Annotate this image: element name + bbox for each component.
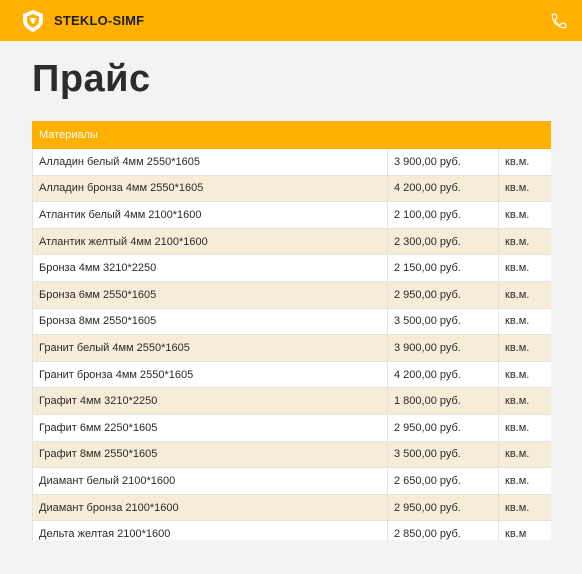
table-row: Графит 4мм 3210*2250 1 800,00 руб. кв.м. [32, 387, 551, 415]
material-name-cell: Гранит белый 4мм 2550*1605 [32, 334, 388, 362]
unit-cell: кв.м. [498, 440, 551, 469]
unit-cell: кв.м. [498, 227, 551, 256]
table-row: Бронза 8мм 2550*1605 3 500,00 руб. кв.м. [32, 307, 551, 336]
material-name-cell: Бронза 6мм 2550*1605 [32, 280, 388, 309]
brand-name[interactable]: STEKLO-SIMF [54, 13, 144, 28]
unit-cell: кв.м. [498, 413, 551, 442]
unit-cell: кв.м. [498, 334, 551, 362]
material-name-cell: Атлантик белый 4мм 2100*1600 [32, 201, 388, 229]
unit-cell: кв.м. [498, 148, 551, 176]
material-name-cell: Графит 8мм 2550*1605 [32, 440, 388, 469]
table-row: Гранит бронза 4мм 2550*1605 4 200,00 руб.… [32, 360, 551, 389]
material-name-cell: Диамант бронза 2100*1600 [32, 493, 388, 522]
material-name-cell: Алладин бронза 4мм 2550*1605 [32, 174, 388, 203]
price-table-container[interactable]: Материалы Алладин белый 4мм 2550*1605 3 9… [32, 121, 551, 540]
unit-cell: кв.м. [498, 174, 551, 203]
material-name-cell: Гранит бронза 4мм 2550*1605 [32, 360, 388, 389]
table-row: Диамант бронза 2100*1600 2 950,00 руб. кв.… [32, 493, 551, 522]
table-row: Атлантик белый 4мм 2100*1600 2 100,00 руб… [32, 201, 551, 229]
price-cell: 2 300,00 руб. [387, 227, 499, 256]
table-row: Алладин белый 4мм 2550*1605 3 900,00 руб.… [32, 148, 551, 176]
price-cell: 2 650,00 руб. [387, 467, 499, 495]
unit-cell: кв.м. [498, 360, 551, 389]
material-name-cell: Бронза 8мм 2550*1605 [32, 307, 388, 336]
price-table: Материалы Алладин белый 4мм 2550*1605 3 9… [32, 121, 551, 540]
table-header-row: Материалы [32, 121, 551, 149]
unit-cell: кв.м. [498, 467, 551, 495]
unit-cell: кв.м [498, 520, 551, 540]
table-row: Диамант белый 2100*1600 2 650,00 руб. кв.м… [32, 467, 551, 495]
site-header: STEKLO-SIMF [0, 0, 582, 41]
price-cell: 2 850,00 руб. [387, 520, 499, 540]
price-cell: 3 900,00 руб. [387, 148, 499, 176]
material-name-cell: Графит 4мм 3210*2250 [32, 387, 388, 415]
table-row: Алладин бронза 4мм 2550*1605 4 200,00 руб… [32, 174, 551, 203]
table-row: Бронза 6мм 2550*1605 2 950,00 руб. кв.м. [32, 280, 551, 309]
unit-cell: кв.м. [498, 307, 551, 336]
price-cell: 3 900,00 руб. [387, 334, 499, 362]
price-cell: 2 100,00 руб. [387, 201, 499, 229]
table-row: Гранит белый 4мм 2550*1605 3 900,00 руб. к… [32, 334, 551, 362]
table-row: Бронза 4мм 3210*2250 2 150,00 руб. кв.м. [32, 254, 551, 282]
table-body: Алладин белый 4мм 2550*1605 3 900,00 руб.… [32, 148, 551, 540]
page-title: Прайс [32, 58, 151, 100]
material-name-cell: Бронза 4мм 3210*2250 [32, 254, 388, 282]
material-name-cell: Графит 6мм 2250*1605 [32, 413, 388, 442]
price-cell: 2 950,00 руб. [387, 413, 499, 442]
unit-cell: кв.м. [498, 493, 551, 522]
table-row: Графит 8мм 2550*1605 3 500,00 руб. кв.м. [32, 440, 551, 469]
price-cell: 1 800,00 руб. [387, 387, 499, 415]
material-name-cell: Диамант белый 2100*1600 [32, 467, 388, 495]
table-row: Графит 6мм 2250*1605 2 950,00 руб. кв.м. [32, 413, 551, 442]
unit-cell: кв.м. [498, 280, 551, 309]
unit-cell: кв.м. [498, 387, 551, 415]
price-cell: 3 500,00 руб. [387, 440, 499, 469]
shield-logo-icon[interactable] [20, 8, 46, 34]
price-cell: 4 200,00 руб. [387, 360, 499, 389]
material-name-cell: Дельта желтая 2100*1600 [32, 520, 388, 540]
price-cell: 2 150,00 руб. [387, 254, 499, 282]
table-row: Атлантик желтый 4мм 2100*1600 2 300,00 ру… [32, 227, 551, 256]
table-header-materials: Материалы [32, 121, 551, 149]
material-name-cell: Алладин белый 4мм 2550*1605 [32, 148, 388, 176]
price-cell: 2 950,00 руб. [387, 493, 499, 522]
table-row: Дельта желтая 2100*1600 2 850,00 руб. кв.м [32, 520, 551, 540]
price-cell: 3 500,00 руб. [387, 307, 499, 336]
unit-cell: кв.м. [498, 254, 551, 282]
phone-icon[interactable] [548, 10, 570, 32]
price-cell: 2 950,00 руб. [387, 280, 499, 309]
price-cell: 4 200,00 руб. [387, 174, 499, 203]
unit-cell: кв.м. [498, 201, 551, 229]
material-name-cell: Атлантик желтый 4мм 2100*1600 [32, 227, 388, 256]
